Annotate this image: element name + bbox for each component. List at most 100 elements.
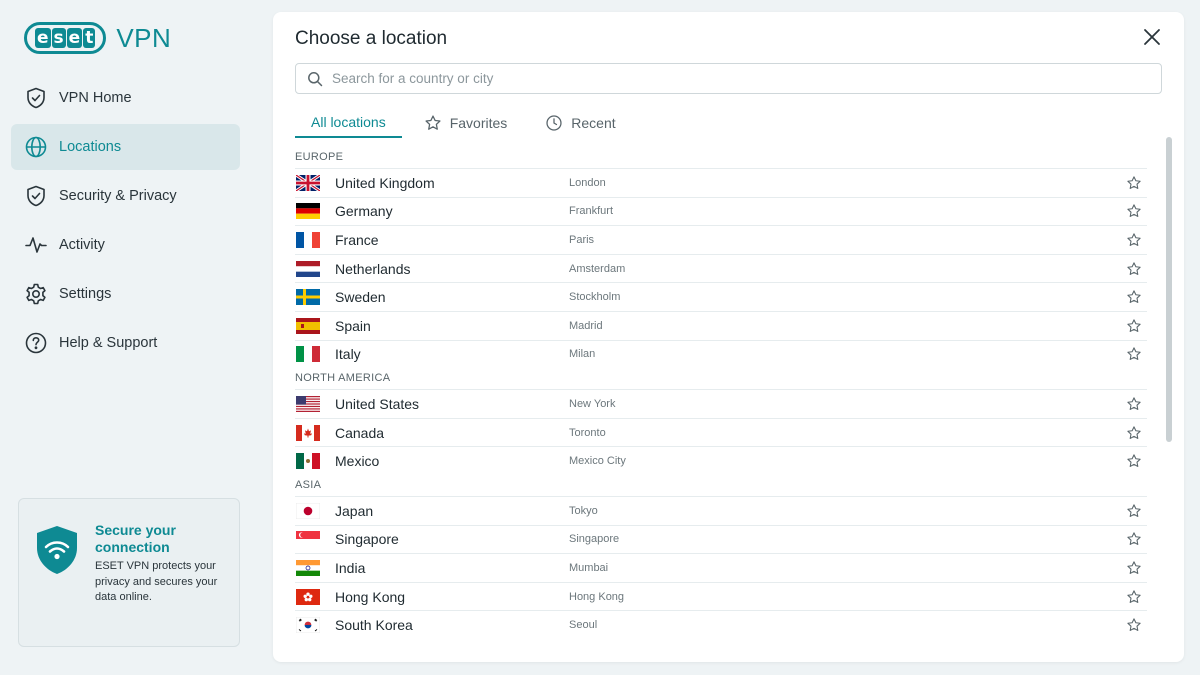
- location-row[interactable]: Mexico Mexico City: [295, 446, 1147, 475]
- tab-all-locations[interactable]: All locations: [295, 108, 402, 138]
- country-name: United States: [335, 395, 420, 412]
- location-row[interactable]: United Kingdom London: [295, 168, 1147, 197]
- location-list: EUROPE United Kingdom London Germany Frankfu…: [295, 147, 1147, 639]
- city-name: Stockholm: [569, 291, 621, 304]
- logo-letter: s: [51, 28, 66, 48]
- sidebar: e s e t VPN VPN Home Locations Security …: [0, 0, 260, 675]
- pulse-icon: [25, 237, 47, 253]
- favorite-star-icon[interactable]: [1126, 589, 1142, 605]
- favorite-star-icon[interactable]: [1126, 232, 1142, 248]
- favorite-star-icon[interactable]: [1126, 175, 1142, 191]
- scrollbar[interactable]: [1166, 137, 1172, 642]
- location-row[interactable]: United States New York: [295, 389, 1147, 418]
- region-header: EUROPE: [295, 151, 344, 163]
- sidebar-item-help-support[interactable]: Help & Support: [11, 320, 240, 366]
- location-row[interactable]: Germany Frankfurt: [295, 196, 1147, 226]
- city-name: Paris: [569, 233, 595, 246]
- flag-hk-icon: [296, 588, 320, 605]
- logo-letter: e: [35, 28, 51, 48]
- question-circle-icon: [25, 332, 47, 354]
- close-icon[interactable]: [1141, 26, 1163, 48]
- shield-check-icon: [27, 185, 45, 207]
- country-name: Germany: [335, 203, 393, 220]
- location-row[interactable]: Netherlands Amsterdam: [295, 253, 1147, 283]
- location-row[interactable]: Japan Tokyo: [295, 495, 1147, 525]
- location-row[interactable]: Italy Milan: [295, 339, 1147, 369]
- flag-nl-icon: [296, 260, 320, 277]
- city-name: Amsterdam: [569, 262, 626, 275]
- tab-recent[interactable]: Recent: [545, 108, 616, 138]
- tab-label: Favorites: [449, 115, 508, 131]
- flag-ca-icon: [296, 424, 320, 441]
- favorite-star-icon[interactable]: [1126, 203, 1142, 219]
- country-name: Spain: [335, 317, 371, 334]
- location-row[interactable]: South Korea Seoul: [295, 610, 1147, 639]
- location-row[interactable]: Hong Kong Hong Kong: [295, 581, 1147, 611]
- location-row[interactable]: Singapore Singapore: [295, 524, 1147, 554]
- sidebar-item-locations[interactable]: Locations: [11, 124, 240, 170]
- sidebar-item-label: Help & Support: [59, 335, 158, 351]
- location-row[interactable]: India Mumbai: [295, 553, 1147, 582]
- promo-body: ESET VPN protects your privacy and secur…: [95, 560, 218, 603]
- flag-mx-icon: [296, 453, 320, 470]
- flag-uk-icon: [296, 174, 320, 191]
- gear-icon: [26, 283, 46, 305]
- favorite-star-icon[interactable]: [1126, 346, 1142, 362]
- flag-sg-icon: [296, 531, 320, 548]
- country-name: Singapore: [335, 531, 399, 548]
- scrollbar-thumb[interactable]: [1166, 137, 1172, 442]
- logo-letter: e: [66, 28, 83, 48]
- city-name: Milan: [569, 348, 596, 361]
- search-box: [295, 63, 1162, 94]
- city-name: New York: [569, 397, 616, 410]
- tab-label: Recent: [571, 115, 616, 131]
- eset-logo-badge: e s e t: [24, 22, 107, 54]
- location-row[interactable]: Canada Toronto: [295, 417, 1147, 447]
- tab-label: All locations: [311, 114, 386, 130]
- shield-check-icon: [27, 87, 45, 109]
- city-name: Singapore: [569, 533, 620, 546]
- city-name: Mumbai: [569, 561, 609, 574]
- sidebar-item-label: Settings: [59, 286, 112, 302]
- tab-favorites[interactable]: Favorites: [424, 108, 508, 138]
- flag-kr-icon: [296, 617, 320, 634]
- favorite-star-icon[interactable]: [1126, 531, 1142, 547]
- favorite-star-icon[interactable]: [1126, 396, 1142, 412]
- secure-connection-card: Secure your connection ESET VPN protects…: [18, 498, 240, 647]
- region-header: ASIA: [295, 478, 322, 491]
- country-name: Hong Kong: [335, 588, 406, 605]
- sidebar-item-security-privacy[interactable]: Security & Privacy: [11, 173, 240, 219]
- sidebar-item-label: Activity: [59, 237, 105, 253]
- location-row[interactable]: France Paris: [295, 225, 1147, 254]
- favorite-star-icon[interactable]: [1126, 617, 1142, 633]
- sidebar-item-settings[interactable]: Settings: [11, 271, 240, 317]
- flag-it-icon: [296, 346, 320, 363]
- shield-wifi-icon: [37, 526, 77, 574]
- search-icon: [308, 71, 323, 86]
- city-name: Toronto: [569, 426, 606, 439]
- sidebar-item-label: Security & Privacy: [59, 188, 177, 204]
- favorite-star-icon[interactable]: [1126, 318, 1142, 334]
- city-name: Mexico City: [569, 455, 626, 468]
- product-name: VPN: [116, 22, 172, 53]
- country-name: India: [335, 559, 366, 576]
- sidebar-item-activity[interactable]: Activity: [11, 222, 240, 268]
- search-input[interactable]: [332, 71, 1112, 86]
- clock-icon: [546, 115, 562, 131]
- favorite-star-icon[interactable]: [1126, 453, 1142, 469]
- favorite-star-icon[interactable]: [1126, 289, 1142, 305]
- sidebar-item-vpn-home[interactable]: VPN Home: [11, 75, 240, 121]
- city-name: Hong Kong: [569, 590, 625, 603]
- flag-de-icon: [296, 203, 320, 220]
- country-name: Netherlands: [335, 260, 411, 277]
- sidebar-nav: VPN Home Locations Security & Privacy Ac…: [11, 75, 240, 369]
- sidebar-item-label: Locations: [59, 139, 122, 155]
- favorite-star-icon[interactable]: [1126, 503, 1142, 519]
- favorite-star-icon[interactable]: [1126, 261, 1142, 277]
- location-row[interactable]: Sweden Stockholm: [295, 282, 1147, 311]
- favorite-star-icon[interactable]: [1126, 425, 1142, 441]
- favorite-star-icon[interactable]: [1126, 560, 1142, 576]
- location-row[interactable]: Spain Madrid: [295, 310, 1147, 340]
- flag-es-icon: [296, 317, 320, 334]
- city-name: London: [569, 176, 606, 189]
